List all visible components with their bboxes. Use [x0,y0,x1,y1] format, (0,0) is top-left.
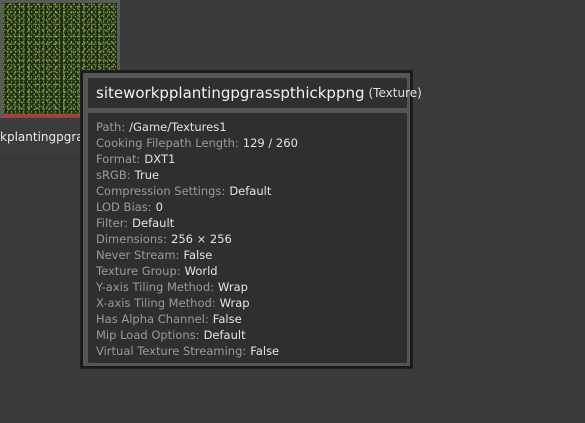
property-key: X-axis Tiling Method: [96,296,216,310]
property-value: Default [203,328,246,342]
tooltip-frame: siteworkpplantingpgrasspthickppng (Textu… [83,73,422,366]
content-browser-area: kplantingpgra siteworkpplantingpgrasspth… [0,0,585,423]
property-value: Wrap [219,296,250,310]
tooltip-properties: Path:/Game/Textures1 Cooking Filepath Len… [88,113,407,363]
property-key: Never Stream: [96,248,180,262]
property-row: Path:/Game/Textures1 [96,119,407,135]
property-value: Wrap [218,280,248,294]
property-key: LOD Bias: [96,200,152,214]
property-value: Default [229,184,272,198]
property-key: Has Alpha Channel: [96,312,209,326]
property-value: Default [132,216,175,230]
property-row: Format: DXT1 [96,151,407,167]
property-key: Format: [96,152,141,166]
property-value: 256 × 256 [171,232,232,246]
property-value: False [183,248,213,262]
property-row: Texture Group: World [96,263,407,279]
property-row: LOD Bias: 0 [96,199,407,215]
property-key: Texture Group: [96,264,181,278]
tooltip-asset-type: (Texture) [368,86,422,100]
property-row: Virtual Texture Streaming: False [96,343,407,359]
property-row: Dimensions: 256 × 256 [96,231,407,247]
property-key: Path: [96,120,126,134]
property-key: Mip Load Options: [96,328,200,342]
property-row: Never Stream: False [96,247,407,263]
property-row: Cooking Filepath Length: 129 / 260 [96,135,407,151]
property-key: Y-axis Tiling Method: [96,280,215,294]
property-value: World [184,264,218,278]
tooltip-header: siteworkpplantingpgrasspthickppng (Textu… [88,78,422,108]
property-key: Cooking Filepath Length: [96,136,239,150]
property-key: Compression Settings: [96,184,226,198]
property-value: False [250,344,280,358]
property-row: sRGB: True [96,167,407,183]
property-key: Dimensions: [96,232,167,246]
property-row: Has Alpha Channel: False [96,311,407,327]
property-key: Virtual Texture Streaming: [96,344,247,358]
property-value: False [212,312,242,326]
property-row: Y-axis Tiling Method: Wrap [96,279,407,295]
property-value: DXT1 [144,152,176,166]
property-row: Compression Settings: Default [96,183,407,199]
asset-tooltip: siteworkpplantingpgrasspthickppng (Textu… [80,70,422,369]
property-key: Filter: [96,216,129,230]
property-row: X-axis Tiling Method: Wrap [96,295,407,311]
tooltip-asset-title: siteworkpplantingpgrasspthickppng [96,84,365,102]
property-value: 129 / 260 [242,136,298,150]
property-row: Filter: Default [96,215,407,231]
property-row: Mip Load Options: Default [96,327,407,343]
property-value: True [134,168,160,182]
property-value: /Game/Textures1 [129,120,227,134]
property-key: sRGB: [96,168,131,182]
property-value: 0 [155,200,163,214]
